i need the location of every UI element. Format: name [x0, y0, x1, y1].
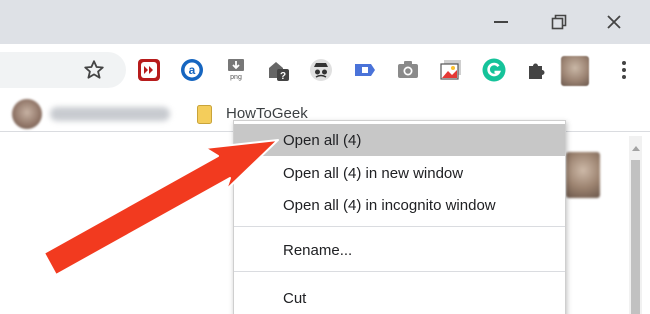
- bookmark-folder-context-menu: Open all (4) Open all (4) in new window …: [233, 120, 566, 314]
- question-extension-icon[interactable]: ?: [267, 58, 291, 82]
- browser-toolbar: a png ?: [0, 44, 650, 96]
- tab-extension-icon[interactable]: [353, 58, 377, 82]
- svg-text:png: png: [230, 74, 242, 81]
- close-button[interactable]: [592, 0, 636, 44]
- menu-item-rename[interactable]: Rename...: [234, 234, 565, 266]
- menu-item-open-all-new-window[interactable]: Open all (4) in new window: [234, 157, 565, 189]
- blurred-bookmark[interactable]: [50, 107, 170, 121]
- grammarly-extension-icon[interactable]: [482, 58, 506, 82]
- video-speed-extension-icon[interactable]: [137, 58, 161, 82]
- restore-button[interactable]: [537, 0, 581, 44]
- svg-text:a: a: [189, 63, 196, 77]
- camera-extension-icon[interactable]: [396, 58, 420, 82]
- scroll-up-arrow-icon[interactable]: [632, 146, 640, 151]
- menu-item-open-all[interactable]: Open all (4): [234, 124, 565, 156]
- bookmark-star-icon[interactable]: [82, 58, 106, 82]
- restore-icon: [551, 14, 567, 30]
- amazon-assistant-extension-icon[interactable]: a: [180, 58, 204, 82]
- title-bar: [0, 0, 650, 44]
- folder-icon: [197, 105, 212, 124]
- close-icon: [607, 15, 621, 29]
- minimize-icon: [494, 21, 508, 23]
- svg-text:?: ?: [280, 71, 286, 82]
- kebab-menu-icon[interactable]: [612, 58, 636, 82]
- menu-item-open-all-incognito[interactable]: Open all (4) in incognito window: [234, 189, 565, 221]
- scrollbar-thumb[interactable]: [631, 160, 640, 314]
- incognito-extension-icon[interactable]: [309, 58, 333, 82]
- save-as-png-extension-icon[interactable]: png: [224, 58, 248, 82]
- menu-item-cut[interactable]: Cut: [234, 282, 565, 314]
- page-avatar: [566, 152, 600, 198]
- minimize-button[interactable]: [479, 0, 523, 44]
- profile-avatar[interactable]: [561, 56, 589, 86]
- vertical-scrollbar[interactable]: [629, 136, 642, 314]
- puzzle-extensions-icon[interactable]: [524, 58, 548, 82]
- bookmark-avatar[interactable]: [12, 99, 42, 129]
- gallery-extension-icon[interactable]: [439, 58, 463, 82]
- address-bar[interactable]: [0, 52, 126, 88]
- menu-separator: [234, 226, 565, 227]
- menu-separator: [234, 271, 565, 272]
